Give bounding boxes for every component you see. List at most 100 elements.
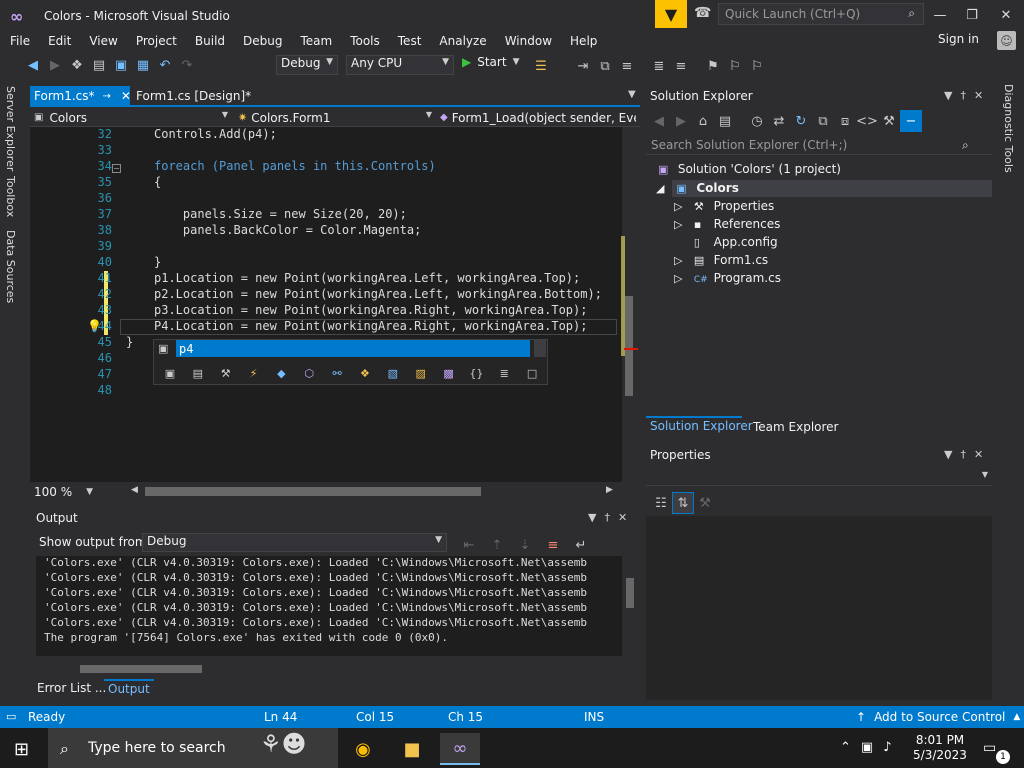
editor-vertical-scroll-thumb[interactable]: [625, 296, 633, 396]
filter-delegate-icon[interactable]: ❖: [351, 367, 379, 380]
forward-icon[interactable]: ▶: [670, 110, 692, 132]
comment-icon[interactable]: ≣: [648, 55, 670, 77]
filter-struct-icon[interactable]: ▧: [379, 367, 407, 380]
menu-edit[interactable]: Edit: [39, 30, 80, 52]
tab-error-list[interactable]: Error List ...: [37, 681, 106, 695]
filter-property-icon[interactable]: ▤: [184, 367, 212, 380]
menu-project[interactable]: Project: [127, 30, 186, 52]
back-icon[interactable]: ◀: [648, 110, 670, 132]
network-icon[interactable]: ▣: [861, 740, 873, 755]
find-message-icon[interactable]: ⇤: [458, 534, 480, 556]
new-project-icon[interactable]: ❖: [66, 54, 88, 76]
sync-icon[interactable]: ⇄: [768, 110, 790, 132]
feedback-icon[interactable]: ☎: [694, 5, 711, 21]
filter-field-icon[interactable]: ▣: [156, 367, 184, 380]
bookmark-next-icon[interactable]: ⚐: [746, 55, 768, 77]
expand-arrow-icon[interactable]: ▷: [674, 200, 690, 213]
visual-studio-logo-icon[interactable]: ∞: [10, 6, 32, 26]
properties-grid[interactable]: [646, 516, 992, 700]
diagnostic-tools-tab[interactable]: Diagnostic Tools: [1002, 84, 1015, 173]
solution-platform-select[interactable]: Any CPU ▼: [346, 55, 454, 75]
pin-icon[interactable]: †: [960, 89, 966, 102]
scroll-left-icon[interactable]: ◀: [131, 485, 138, 495]
close-icon[interactable]: ✕: [974, 448, 983, 461]
categorized-icon[interactable]: ☷: [650, 492, 672, 514]
sign-in-link[interactable]: Sign in: [938, 32, 979, 46]
bookmark-icon[interactable]: ⚑: [702, 55, 724, 77]
expand-arrow-icon[interactable]: ▷: [674, 218, 690, 231]
forward-icon[interactable]: ▶: [44, 54, 66, 76]
pin-icon[interactable]: †: [604, 511, 610, 524]
dropdown-icon[interactable]: ▼: [944, 89, 952, 102]
browse-icon[interactable]: ☰: [530, 55, 552, 77]
filter-method-icon[interactable]: ⬡: [295, 367, 323, 380]
status-insert-mode[interactable]: INS: [584, 710, 604, 724]
expand-arrow-icon[interactable]: ▷: [674, 254, 690, 267]
code-editor[interactable]: − 💡 32 33 34 35 36 37 38 39 40 41 42 43 …: [30, 127, 622, 482]
prev-message-icon[interactable]: ⇡: [486, 534, 508, 556]
file-explorer-icon[interactable]: ■: [392, 733, 432, 765]
output-vertical-scroll-thumb[interactable]: [626, 578, 634, 608]
quick-launch-input[interactable]: Quick Launch (Ctrl+Q) ⌕: [718, 3, 924, 25]
tree-item-form1-cs[interactable]: ▷ ▤ Form1.cs: [674, 253, 768, 267]
server-explorer-tab[interactable]: Server Explorer: [4, 86, 17, 171]
dropdown-icon[interactable]: ▼: [944, 448, 952, 461]
save-icon[interactable]: ▣: [110, 54, 132, 76]
tree-item-properties[interactable]: ▷ ⚒ Properties: [674, 199, 774, 213]
close-window-button[interactable]: ✕: [991, 4, 1021, 26]
redo-icon[interactable]: ↷: [176, 54, 198, 76]
open-file-icon[interactable]: ▤: [88, 54, 110, 76]
maximize-button[interactable]: ❐: [957, 4, 987, 26]
tab-team-explorer[interactable]: Team Explorer: [753, 420, 839, 434]
tree-project-colors[interactable]: ◢ ▣ Colors: [656, 181, 739, 195]
close-tab-icon[interactable]: ✕: [121, 89, 131, 103]
solution-config-select[interactable]: Debug ▼: [276, 55, 338, 75]
output-horizontal-scroll-thumb[interactable]: [80, 665, 202, 673]
collapse-all-icon[interactable]: ⧉: [812, 110, 834, 132]
properties-object-select[interactable]: ▼: [646, 468, 992, 486]
collapse-icon[interactable]: −: [112, 164, 121, 173]
tree-item-program-cs[interactable]: ▷ C# Program.cs: [674, 271, 781, 285]
property-pages-icon[interactable]: ⚒: [694, 492, 716, 514]
next-message-icon[interactable]: ⇣: [514, 534, 536, 556]
menu-view[interactable]: View: [80, 30, 126, 52]
notification-filter-icon[interactable]: ▼: [655, 0, 687, 28]
filter-snippet-icon[interactable]: ≣: [490, 367, 518, 380]
preview-selected-icon[interactable]: −: [900, 110, 922, 132]
data-sources-tab[interactable]: Data Sources: [4, 230, 17, 303]
pin-icon[interactable]: †: [960, 448, 966, 461]
alphabetical-icon[interactable]: ⇅: [672, 492, 694, 514]
bookmark-prev-icon[interactable]: ⚐: [724, 55, 746, 77]
refresh-icon[interactable]: ↻: [790, 110, 812, 132]
toolbox-tab[interactable]: Toolbox: [4, 176, 17, 217]
filter-enum-icon[interactable]: ▨: [407, 367, 435, 380]
tab-overflow-icon[interactable]: ▼: [628, 89, 636, 100]
start-debugging-button[interactable]: ▶ Start ▼: [462, 55, 519, 69]
view-code-icon[interactable]: <>: [856, 110, 878, 132]
format-icon[interactable]: ≡: [616, 55, 638, 77]
step-icon[interactable]: ⇥: [572, 55, 594, 77]
windows-start-icon[interactable]: ⊞: [14, 739, 29, 760]
menu-tools[interactable]: Tools: [341, 30, 389, 52]
zoom-select[interactable]: 100 % ▼: [34, 485, 93, 499]
search-icon[interactable]: ⌕: [962, 138, 969, 153]
expanded-arrow-icon[interactable]: ◢: [656, 182, 672, 195]
chevron-up-icon[interactable]: ⌃: [840, 740, 851, 755]
add-to-source-control-button[interactable]: ↑ Add to Source Control ▲: [856, 710, 1020, 724]
account-avatar-icon[interactable]: ☺: [997, 31, 1016, 50]
tab-form1-cs[interactable]: Form1.cs* → ✕: [30, 86, 131, 106]
volume-icon[interactable]: ♪: [883, 740, 891, 755]
tree-solution[interactable]: ▣ Solution 'Colors' (1 project): [658, 162, 841, 176]
filter-event-icon[interactable]: ⚡: [240, 367, 268, 380]
menu-file[interactable]: File: [1, 30, 39, 52]
save-all-icon[interactable]: ▦: [132, 54, 154, 76]
tab-solution-explorer[interactable]: Solution Explorer: [650, 419, 753, 433]
dropdown-icon[interactable]: ▼: [588, 511, 596, 524]
menu-build[interactable]: Build: [186, 30, 234, 52]
menu-debug[interactable]: Debug: [234, 30, 291, 52]
filter-interface-icon[interactable]: ⚯: [323, 367, 351, 380]
filter-expand-icon[interactable]: □: [518, 367, 546, 380]
properties-wrench-icon[interactable]: ⚒: [878, 110, 900, 132]
clear-all-icon[interactable]: ≡: [542, 534, 564, 556]
chrome-icon[interactable]: ◉: [343, 733, 383, 765]
